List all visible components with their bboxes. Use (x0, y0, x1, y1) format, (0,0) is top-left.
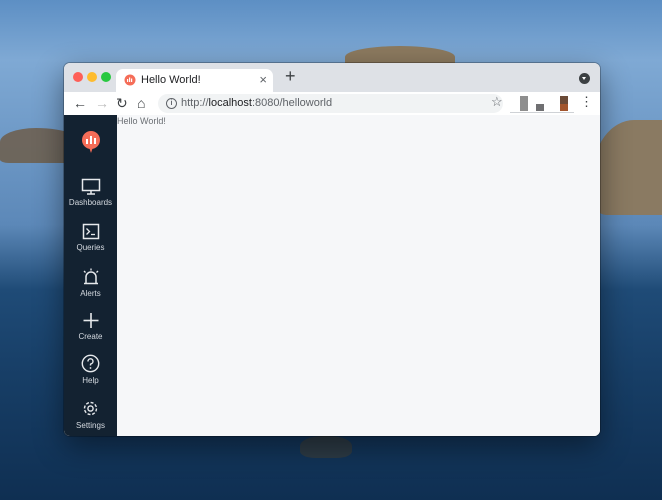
terminal-icon (82, 223, 99, 240)
sidebar-item-label: Help (82, 376, 99, 385)
extension-icons[interactable] (510, 94, 574, 113)
sidebar-item-label: Dashboards (68, 198, 113, 207)
tab-bar: Hello World! × + (64, 63, 600, 92)
home-button[interactable]: ⌂ (137, 94, 145, 112)
sidebar-item-settings[interactable]: Settings (64, 399, 117, 430)
browser-menu-icon[interactable]: ⋮ (580, 95, 593, 109)
close-tab-icon[interactable]: × (259, 72, 267, 87)
hello-world-text: Hello World! (117, 116, 166, 126)
reload-button[interactable]: ↻ (116, 94, 128, 112)
sidebar-item-label: Settings (76, 421, 105, 430)
new-tab-button[interactable]: + (285, 66, 296, 87)
sidebar-item-queries[interactable]: Queries (64, 223, 117, 252)
sidebar-item-dashboards[interactable]: Dashboards (64, 178, 117, 207)
desktop-rock (300, 436, 352, 458)
close-window-button[interactable] (73, 72, 83, 82)
sidebar-item-label: Alerts (80, 289, 101, 298)
browser-toolbar: ← → ↻ ⌂ i http://localhost:8080/hellowor… (64, 92, 600, 116)
tab-search-icon[interactable] (579, 73, 590, 84)
tab-hello-world[interactable]: Hello World! × (116, 69, 273, 92)
fullscreen-window-button[interactable] (101, 72, 111, 82)
site-info-icon[interactable]: i (166, 98, 177, 109)
minimize-window-button[interactable] (87, 72, 97, 82)
forward-button[interactable]: → (95, 94, 109, 112)
gear-icon (83, 401, 98, 416)
back-button[interactable]: ← (73, 94, 87, 112)
sidebar-item-create[interactable]: Create (64, 312, 117, 341)
desktop-island-right (592, 120, 662, 215)
address-bar[interactable]: i http://localhost:8080/helloworld (158, 94, 503, 113)
plus-icon (83, 313, 98, 328)
url-text: http://localhost:8080/helloworld (181, 97, 333, 109)
siren-icon (83, 268, 98, 285)
sidebar-item-label: Queries (76, 243, 105, 252)
help-icon (81, 354, 100, 373)
sidebar-item-alerts[interactable]: Alerts (64, 268, 117, 298)
page-content: Dashboards Queries Alerts Create Help Se… (64, 115, 600, 436)
tab-title: Hello World! (141, 74, 201, 86)
redash-favicon-icon (124, 74, 136, 86)
browser-window: Hello World! × + ← → ↻ ⌂ i http://localh… (64, 63, 600, 436)
sidebar-item-help[interactable]: Help (64, 354, 117, 385)
redash-logo-icon[interactable] (81, 131, 101, 153)
app-sidebar: Dashboards Queries Alerts Create Help Se… (64, 115, 117, 436)
bookmark-star-icon[interactable]: ☆ (491, 95, 503, 109)
sidebar-item-label: Create (78, 332, 103, 341)
monitor-icon (81, 178, 100, 195)
